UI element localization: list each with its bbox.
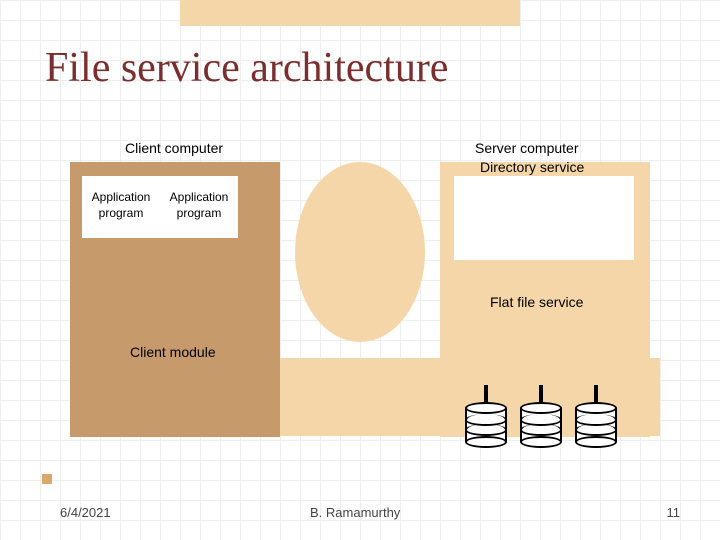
slide-title: File service architecture <box>45 44 448 92</box>
server-computer-label: Server computer <box>475 140 578 156</box>
client-module-label: Client module <box>130 344 216 360</box>
client-computer-label: Client computer <box>125 140 223 156</box>
footer-author: B. Ramamurthy <box>310 505 400 520</box>
disk-icon-1 <box>465 402 507 448</box>
application-program-box-1: Application program <box>82 176 160 238</box>
corner-decoration <box>42 474 52 484</box>
directory-service-label: Directory service <box>480 159 584 175</box>
application-program-box-2: Application program <box>160 176 238 238</box>
client-computer-box: Application program Application program <box>70 162 280 437</box>
disk-icon-2 <box>520 402 562 448</box>
top-accent-bar <box>180 0 520 26</box>
flat-file-service-label: Flat file service <box>490 294 583 310</box>
architecture-diagram: Client computer Server computer Applicat… <box>70 140 650 440</box>
footer-date: 6/4/2021 <box>60 505 111 520</box>
directory-service-box <box>454 176 634 260</box>
disk-icon-3 <box>575 402 617 448</box>
network-ellipse <box>295 162 425 342</box>
footer-page-number: 11 <box>667 505 681 520</box>
